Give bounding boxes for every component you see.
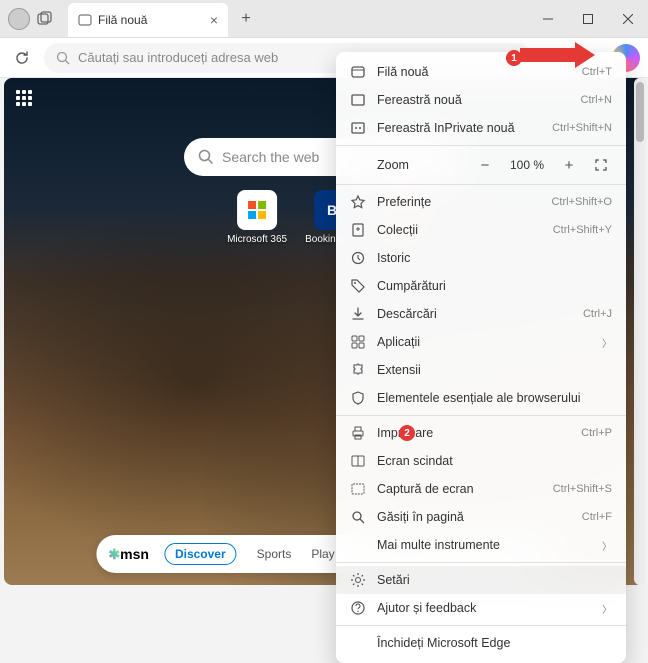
settings-menu: Filă nouăCtrl+TFereastră nouăCtrl+NFerea… — [336, 52, 626, 663]
menu-item-preferin-e[interactable]: Preferințe Ctrl+Shift+O — [336, 188, 626, 216]
menu-shortcut: Ctrl+J — [583, 308, 612, 320]
split-icon — [350, 453, 366, 469]
tag-icon — [350, 278, 366, 294]
tab-close-button[interactable]: × — [210, 12, 218, 28]
menu-item-label: Fereastră nouă — [377, 93, 570, 107]
zoom-out-button[interactable]: − — [474, 154, 496, 176]
fullscreen-button[interactable] — [590, 154, 612, 176]
feed-tab-play[interactable]: Play — [311, 547, 334, 561]
menu-zoom-row: Zoom − 100 % + — [336, 149, 626, 181]
minimize-button[interactable] — [528, 4, 568, 34]
collections-icon — [350, 222, 366, 238]
close-window-button[interactable] — [608, 4, 648, 34]
zoom-value: 100 % — [506, 158, 548, 172]
vertical-scrollbar[interactable] — [634, 78, 646, 585]
workspaces-icon[interactable] — [36, 10, 54, 28]
menu-item-imprimare[interactable]: ImprimareCtrl+P — [336, 419, 626, 447]
menu-item-aplica-ii[interactable]: Aplicații 〉 — [336, 328, 626, 356]
menu-item-label: Setări — [377, 573, 612, 587]
browser-tab[interactable]: Filă nouă × — [68, 3, 228, 37]
menu-item-label: Preferințe — [377, 195, 540, 209]
menu-item-mai-multe-instrumente[interactable]: Mai multe instrumente 〉 — [336, 531, 626, 559]
menu-shortcut: Ctrl+F — [582, 511, 612, 523]
shield-icon — [350, 390, 366, 406]
callout-badge-2: 2 — [399, 425, 415, 441]
star-icon — [350, 194, 366, 210]
tab-icon — [78, 13, 92, 27]
apps-icon — [350, 334, 366, 350]
chevron-right-icon: 〉 — [602, 601, 612, 616]
search-icon — [56, 51, 70, 65]
menu-item-g-si-i-n-pagin-[interactable]: Găsiți în pagină Ctrl+F — [336, 503, 626, 531]
menu-item-label: Elementele esențiale ale browserului — [377, 391, 612, 405]
zoom-label: Zoom — [377, 158, 464, 172]
menu-item-istoric[interactable]: Istoric — [336, 244, 626, 272]
menu-item-ajutor-i-feedback[interactable]: Ajutor și feedback 〉 — [336, 594, 626, 622]
menu-item-label: Extensii — [377, 363, 612, 377]
chevron-right-icon: 〉 — [602, 335, 612, 350]
tile-label: Microsoft 365 — [227, 234, 287, 245]
menu-item-label: Descărcări — [377, 307, 572, 321]
apps-grid-icon[interactable] — [16, 90, 34, 108]
find-icon — [350, 509, 366, 525]
feed-tab-discover[interactable]: Discover — [164, 543, 237, 565]
menu-item-colec-ii[interactable]: Colecții Ctrl+Shift+Y — [336, 216, 626, 244]
menu-item-label: Istoric — [377, 251, 612, 265]
private-icon — [350, 120, 366, 136]
history-icon — [350, 250, 366, 266]
menu-item-label: Ecran scindat — [377, 454, 612, 468]
refresh-button[interactable] — [8, 44, 36, 72]
menu-item-label: Aplicații — [377, 335, 591, 349]
print-icon — [350, 425, 366, 441]
menu-item-label: Ajutor și feedback — [377, 601, 591, 615]
newtab-icon — [350, 64, 366, 80]
menu-item-label: Captură de ecran — [377, 482, 542, 496]
quick-link-tile[interactable]: Microsoft 365 — [227, 190, 287, 245]
menu-item-label: Fereastră InPrivate nouă — [377, 121, 541, 135]
menu-item-ecran-scindat[interactable]: Ecran scindat — [336, 447, 626, 475]
msn-logo[interactable]: ✱msn — [108, 546, 149, 563]
menu-item-extensii[interactable]: Extensii — [336, 356, 626, 384]
gear-icon — [350, 572, 366, 588]
maximize-button[interactable] — [568, 4, 608, 34]
menu-item-fereastr-nou-[interactable]: Fereastră nouă Ctrl+N — [336, 86, 626, 114]
chevron-right-icon: 〉 — [602, 538, 612, 553]
feed-tab-sports[interactable]: Sports — [257, 547, 292, 561]
profile-avatar[interactable] — [8, 8, 30, 30]
menu-item-label: Mai multe instrumente — [377, 538, 591, 552]
new-tab-button[interactable]: + — [232, 5, 260, 33]
menu-item-fereastr-inprivate-nou-[interactable]: Fereastră InPrivate nouă Ctrl+Shift+N — [336, 114, 626, 142]
callout-arrow — [520, 42, 595, 68]
scrollbar-thumb[interactable] — [636, 82, 644, 142]
menu-item-elementele-esen-iale-ale-browserului[interactable]: Elementele esențiale ale browserului — [336, 384, 626, 412]
menu-item-set-ri[interactable]: Setări — [336, 566, 626, 594]
menu-shortcut: Ctrl+P — [581, 427, 612, 439]
puzzle-icon — [350, 362, 366, 378]
menu-shortcut: Ctrl+Shift+Y — [553, 224, 612, 236]
menu-shortcut: Ctrl+N — [581, 94, 612, 106]
menu-item-captur-de-ecran[interactable]: Captură de ecran Ctrl+Shift+S — [336, 475, 626, 503]
menu-shortcut: Ctrl+Shift+N — [552, 122, 612, 134]
tab-title: Filă nouă — [98, 13, 147, 27]
window-icon — [350, 92, 366, 108]
menu-item-desc-rc-ri[interactable]: Descărcări Ctrl+J — [336, 300, 626, 328]
menu-item-label: Închideți Microsoft Edge — [377, 636, 612, 650]
menu-item-label: Găsiți în pagină — [377, 510, 571, 524]
screenshot-icon — [350, 481, 366, 497]
menu-item-label: Cumpărături — [377, 279, 612, 293]
menu-item-label: Colecții — [377, 223, 542, 237]
zoom-in-button[interactable]: + — [558, 154, 580, 176]
address-placeholder: Căutați sau introduceți adresa web — [78, 50, 278, 65]
menu-item-cump-r-turi[interactable]: Cumpărături — [336, 272, 626, 300]
menu-item-close-edge[interactable]: Închideți Microsoft Edge — [336, 629, 626, 657]
menu-shortcut: Ctrl+Shift+S — [553, 483, 612, 495]
help-icon — [350, 600, 366, 616]
search-placeholder: Search the web — [222, 149, 319, 165]
download-icon — [350, 306, 366, 322]
search-icon — [198, 149, 214, 165]
menu-shortcut: Ctrl+Shift+O — [551, 196, 612, 208]
titlebar: Filă nouă × + — [0, 0, 648, 38]
